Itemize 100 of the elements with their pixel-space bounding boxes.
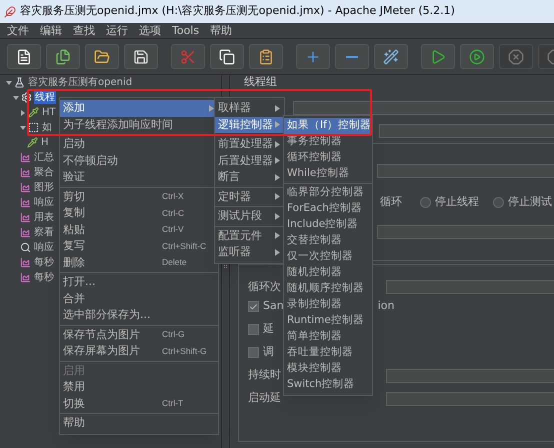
tree-item[interactable]: 每秒: [33, 256, 55, 269]
menu-item[interactable]: 随机控制器: [284, 265, 372, 281]
tree-item[interactable]: 响应: [33, 241, 55, 254]
menu-item[interactable]: ForEach控制器: [284, 201, 372, 217]
menu-item[interactable]: 粘贴 Ctrl-V: [60, 222, 218, 238]
tree-item[interactable]: H: [40, 136, 50, 149]
menu-item[interactable]: Runtime控制器: [284, 313, 372, 329]
menu-item[interactable]: 合并: [60, 290, 218, 307]
menu-item[interactable]: 帮助: [60, 415, 218, 432]
menu-item[interactable]: Switch控制器: [284, 377, 372, 393]
toolbar-button[interactable]: [7, 44, 41, 69]
toolbar-button[interactable]: [46, 44, 80, 69]
menu-item[interactable]: 选中部分保存为...: [60, 307, 218, 324]
input-field[interactable]: [379, 124, 554, 138]
menu-bar-item[interactable]: 运行: [106, 25, 128, 36]
toolbar-button[interactable]: [210, 44, 244, 69]
menu-bar-item[interactable]: 查找: [73, 25, 95, 36]
menu-bar-item[interactable]: 选项: [139, 25, 161, 36]
menu-item[interactable]: 取样器: [215, 100, 284, 116]
menu-item[interactable]: 临界部分控制器: [284, 185, 372, 201]
menu-item[interactable]: Include控制器: [284, 217, 372, 233]
menu-item[interactable]: 剪切 Ctrl-X: [60, 188, 218, 205]
field-label: 持续时: [248, 367, 281, 384]
input-field[interactable]: [386, 280, 554, 294]
menu-item[interactable]: 循环控制器: [284, 150, 372, 166]
menu-bar-item[interactable]: 文件: [7, 25, 29, 36]
radio-label[interactable]: 停止线程: [435, 194, 479, 210]
menu-item[interactable]: 吞吐量控制器: [284, 345, 372, 361]
input-field[interactable]: [377, 164, 554, 178]
toolbar-button[interactable]: [124, 44, 158, 69]
submenu-arrow-icon: [209, 104, 214, 112]
tree-item[interactable]: 响应: [33, 196, 55, 209]
tree-item[interactable]: 察看: [33, 226, 55, 239]
menu-item[interactable]: 切换 Ctrl-T: [60, 396, 218, 412]
tree-item[interactable]: 聚合: [33, 166, 55, 179]
menu-item[interactable]: While控制器: [284, 166, 372, 182]
menu-item[interactable]: 不停顿启动: [60, 152, 218, 169]
tree-item[interactable]: 每秒: [33, 271, 55, 284]
menu-item[interactable]: 随机顺序控制器: [284, 281, 372, 297]
caret-icon[interactable]: [20, 124, 26, 130]
checkbox-label[interactable]: San: [263, 298, 284, 315]
tree-item[interactable]: 容灾服务压测有openid: [27, 76, 134, 89]
menu-item[interactable]: 前置处理器: [215, 136, 284, 152]
menu-item[interactable]: 定时器: [215, 188, 284, 205]
checkbox-label[interactable]: 调: [263, 344, 274, 361]
menu-item[interactable]: 启动: [60, 136, 218, 152]
tree-item[interactable]: 用表: [33, 211, 55, 224]
menu-item[interactable]: 复制 Ctrl-C: [60, 205, 218, 222]
checkbox-label[interactable]: 延: [263, 321, 274, 338]
menu-item[interactable]: 测试片段: [215, 208, 284, 224]
menu-item[interactable]: 删除 Delete: [60, 254, 218, 271]
toolbar-button[interactable]: [460, 44, 494, 69]
templates-icon: [55, 48, 71, 64]
caret-icon[interactable]: [20, 110, 26, 116]
input-field[interactable]: [386, 392, 554, 406]
tree-item[interactable]: 汇总: [33, 151, 55, 164]
wand-icon: [383, 48, 399, 64]
menu-item[interactable]: 为子线程添加响应时间: [60, 116, 218, 133]
input-field[interactable]: [377, 224, 554, 238]
tree-item[interactable]: 如: [41, 121, 53, 134]
checkbox[interactable]: [248, 324, 259, 335]
tree-item[interactable]: 线程: [34, 91, 56, 104]
menu-item[interactable]: 交替控制器: [284, 233, 372, 249]
menu-item[interactable]: 录制控制器: [284, 297, 372, 313]
minus-icon: [346, 56, 358, 58]
menu-item[interactable]: 打开...: [60, 274, 218, 290]
menu-item[interactable]: 复写 Ctrl+Shift-C: [60, 238, 218, 254]
caret-icon[interactable]: [6, 80, 12, 86]
toolbar-button[interactable]: [85, 44, 119, 69]
input-field[interactable]: [386, 368, 554, 382]
menu-item[interactable]: 禁用: [60, 379, 218, 396]
menu-bar-item[interactable]: Tools: [172, 25, 200, 36]
check-icon: [249, 302, 258, 312]
menu-item[interactable]: 模块控制器: [284, 361, 372, 377]
menu-item[interactable]: 保存节点为图片 Ctrl-G: [60, 326, 218, 343]
menu-item[interactable]: 简单控制器: [284, 329, 372, 345]
menu-item[interactable]: 验证: [60, 169, 218, 186]
radio-button[interactable]: [420, 196, 431, 208]
menu-item[interactable]: 保存屏幕为图片 Ctrl+Shift-G: [60, 343, 218, 360]
menu-bar-item[interactable]: 编辑: [40, 25, 62, 36]
checkbox[interactable]: [248, 347, 259, 358]
menu-item[interactable]: 仅一次控制器: [284, 249, 372, 265]
menu-item[interactable]: 配置元件: [215, 228, 284, 244]
menu-item[interactable]: 后置处理器: [215, 152, 284, 169]
toolbar-button[interactable]: [249, 44, 283, 69]
tree-item[interactable]: 图形: [33, 181, 55, 194]
menu-bar-item[interactable]: 帮助: [210, 25, 232, 36]
menu-item[interactable]: 如果（If）控制器: [284, 118, 372, 134]
toolbar-button[interactable]: [374, 44, 408, 69]
menu-item[interactable]: 监听器: [215, 244, 284, 260]
checkbox[interactable]: [248, 301, 259, 312]
play-icon: [430, 48, 446, 64]
toolbar-button[interactable]: [421, 44, 455, 69]
checkbox-label: ion: [378, 298, 394, 314]
radio-label[interactable]: 停止测试: [508, 194, 552, 210]
radio-button[interactable]: [493, 196, 504, 208]
input-field[interactable]: [293, 101, 554, 115]
tree-item[interactable]: HT: [41, 106, 57, 119]
menu-item[interactable]: 断言: [215, 169, 284, 186]
caret-icon[interactable]: [13, 94, 19, 100]
